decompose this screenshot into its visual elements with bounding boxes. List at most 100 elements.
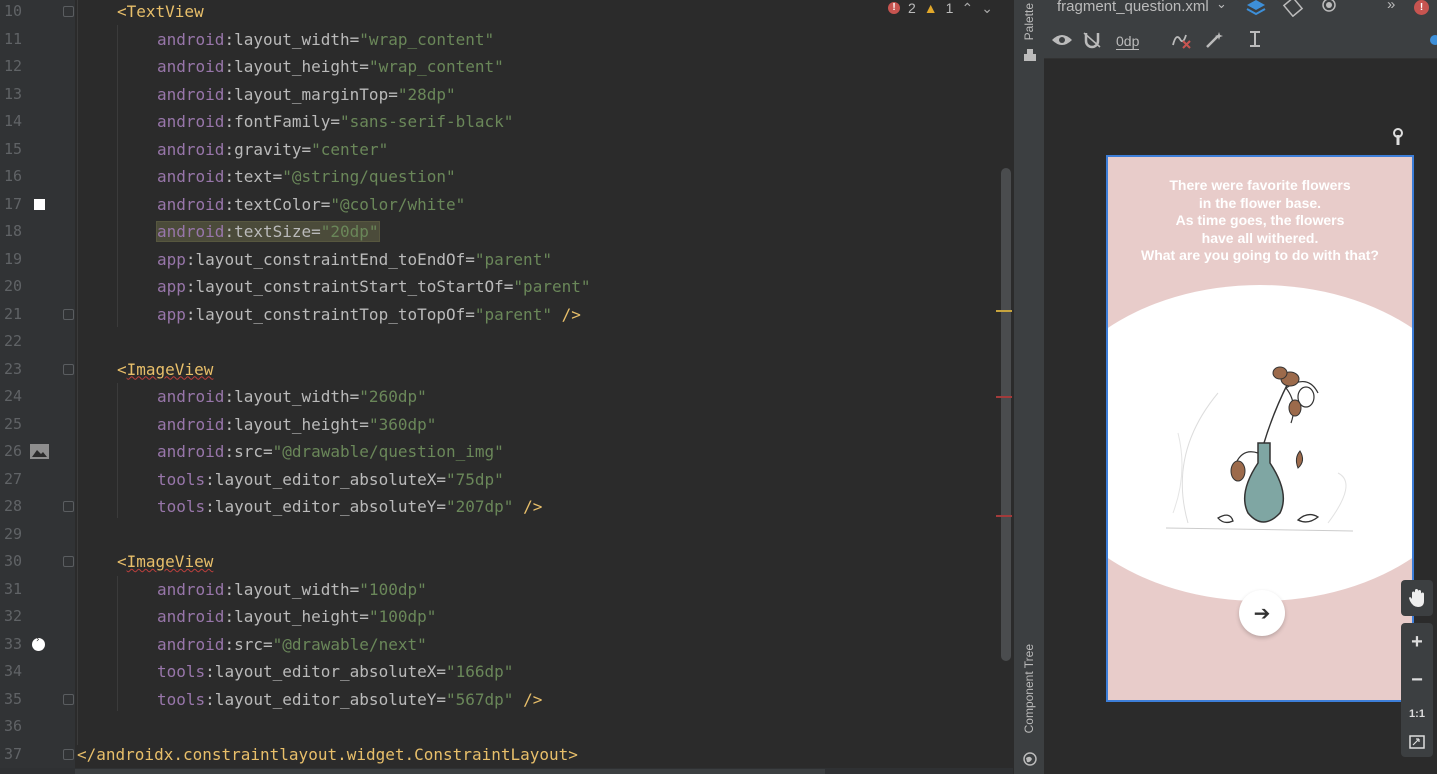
color-swatch-icon[interactable] bbox=[34, 198, 45, 210]
code-line[interactable]: 36 bbox=[0, 713, 1000, 740]
fold-icon[interactable] bbox=[63, 363, 74, 375]
align-icon[interactable] bbox=[1247, 30, 1265, 50]
code-text[interactable]: app:layout_constraintStart_toStartOf="pa… bbox=[157, 273, 590, 300]
code-line[interactable]: 28 tools:layout_editor_absoluteY="207dp" … bbox=[0, 493, 1000, 520]
code-text[interactable]: android:layout_height="wrap_content" bbox=[157, 53, 504, 80]
zoom-out-button[interactable]: − bbox=[1411, 669, 1423, 692]
palette-icon[interactable] bbox=[1023, 48, 1037, 62]
eye-icon[interactable] bbox=[1051, 32, 1073, 48]
code-line[interactable]: 25 android:layout_height="360dp" bbox=[0, 411, 1000, 438]
code-text[interactable]: tools:layout_editor_absoluteX="75dp" bbox=[157, 466, 504, 493]
code-line[interactable]: 30 <ImageView bbox=[0, 548, 1000, 575]
code-line[interactable]: 13 android:layout_marginTop="28dp" bbox=[0, 81, 1000, 108]
code-line[interactable]: 37 </androidx.constraintlayout.widget.Con… bbox=[0, 741, 1000, 768]
fold-icon[interactable] bbox=[63, 556, 74, 567]
code-text[interactable]: android:gravity="center" bbox=[157, 136, 388, 163]
code-text[interactable]: android:textColor="@color/white" bbox=[157, 191, 465, 218]
code-line[interactable]: 27 tools:layout_editor_absoluteX="75dp" bbox=[0, 466, 1000, 493]
code-line[interactable]: 17 android:textColor="@color/white" bbox=[0, 191, 1000, 218]
code-text[interactable]: android:layout_height="360dp" bbox=[157, 411, 436, 438]
code-text[interactable]: tools:layout_editor_absoluteY="567dp" /> bbox=[157, 686, 542, 713]
code-text[interactable]: android:layout_width="wrap_content" bbox=[157, 26, 494, 53]
code-text[interactable]: android:layout_height="100dp" bbox=[157, 603, 436, 630]
wrench-icon[interactable] bbox=[1390, 128, 1406, 146]
code-text[interactable]: tools:layout_editor_absoluteY="207dp" /> bbox=[157, 493, 542, 520]
next-highlight-icon[interactable]: ⌄ bbox=[981, 0, 993, 17]
code-text[interactable]: android:layout_marginTop="28dp" bbox=[157, 81, 456, 108]
fold-icon[interactable] bbox=[63, 501, 74, 512]
code-line[interactable]: 15 android:gravity="center" bbox=[0, 136, 1000, 163]
layers-icon[interactable] bbox=[1245, 0, 1267, 16]
code-line[interactable]: 33 › android:src="@drawable/next" bbox=[0, 631, 1000, 658]
code-text[interactable]: app:layout_constraintEnd_toEndOf="parent… bbox=[157, 246, 552, 273]
globe-icon[interactable] bbox=[1023, 752, 1037, 766]
fold-icon[interactable] bbox=[63, 693, 74, 705]
code-line[interactable]: 10 <TextView bbox=[0, 0, 1000, 25]
code-text[interactable]: android:src="@drawable/question_img" bbox=[157, 438, 504, 465]
code-line[interactable]: 19 app:layout_constraintEnd_toEndOf="pare… bbox=[0, 246, 1000, 273]
next-button[interactable]: ➔ bbox=[1239, 590, 1285, 636]
overflow-icon[interactable]: » bbox=[1387, 0, 1395, 13]
zoom-in-button[interactable]: + bbox=[1411, 631, 1423, 654]
code-text[interactable]: android:text="@string/question" bbox=[157, 163, 456, 190]
code-line[interactable]: 24 android:layout_width="260dp" bbox=[0, 383, 1000, 410]
next-drawable-icon[interactable]: › bbox=[32, 635, 45, 651]
code-line[interactable]: 35 tools:layout_editor_absoluteY="567dp" … bbox=[0, 686, 1000, 713]
code-text[interactable]: android:textSize="20dp" bbox=[156, 218, 380, 245]
warning-marker[interactable] bbox=[996, 310, 1012, 312]
code-text[interactable]: android:layout_width="100dp" bbox=[157, 576, 427, 603]
fold-icon[interactable] bbox=[63, 308, 74, 320]
code-text[interactable]: <ImageView bbox=[117, 548, 213, 575]
code-line[interactable]: 34 tools:layout_editor_absoluteX="166dp" bbox=[0, 658, 1000, 685]
file-tab[interactable]: fragment_question.xml bbox=[1057, 0, 1209, 15]
code-line[interactable]: 23 <ImageView bbox=[0, 356, 1000, 383]
magnet-off-icon[interactable] bbox=[1082, 31, 1102, 49]
chevron-down-icon[interactable]: ⌄ bbox=[1216, 0, 1227, 12]
horizontal-scrollbar[interactable] bbox=[75, 769, 825, 774]
error-icon[interactable]: ! bbox=[1414, 0, 1429, 15]
vase-flowers-image[interactable] bbox=[1158, 353, 1368, 543]
vertical-scrollbar[interactable] bbox=[1001, 168, 1011, 661]
code-line[interactable]: 22 bbox=[0, 328, 1000, 355]
code-line[interactable]: 26 android:src="@drawable/question_img" bbox=[0, 438, 1000, 465]
fold-icon[interactable] bbox=[63, 748, 74, 760]
palette-tab[interactable]: Palette bbox=[1022, 3, 1036, 40]
code-line[interactable]: 31 android:layout_width="100dp" bbox=[0, 576, 1000, 603]
code-line[interactable]: 12 android:layout_height="wrap_content" bbox=[0, 53, 1000, 80]
code-editor[interactable]: 10 <TextView 11 android:layout_width="wrap_… bbox=[0, 0, 1013, 774]
code-line[interactable]: 21 app:layout_constraintTop_toTopOf="pare… bbox=[0, 301, 1000, 328]
code-line[interactable]: 14 android:fontFamily="sans-serif-black" bbox=[0, 108, 1000, 135]
code-line[interactable]: 20 app:layout_constraintStart_toStartOf="… bbox=[0, 273, 1000, 300]
fit-screen-icon[interactable] bbox=[1409, 735, 1425, 749]
theme-icon[interactable] bbox=[1320, 0, 1342, 15]
pan-tool-button[interactable] bbox=[1401, 580, 1433, 616]
inspection-status[interactable]: ! 2 ▲ 1 ⌃ ⌄ bbox=[888, 0, 1013, 18]
code-text[interactable]: <TextView bbox=[117, 0, 204, 25]
code-line[interactable]: 29 bbox=[0, 521, 1000, 548]
code-line[interactable]: 16 android:text="@string/question" bbox=[0, 163, 1000, 190]
code-line[interactable]: 32 android:layout_height="100dp" bbox=[0, 603, 1000, 630]
code-text[interactable]: <ImageView bbox=[117, 356, 213, 383]
default-margin-value[interactable]: 0dp bbox=[1116, 33, 1140, 50]
error-marker[interactable] bbox=[996, 396, 1012, 398]
code-line[interactable]: 11 android:layout_width="wrap_content" bbox=[0, 26, 1000, 53]
orientation-icon[interactable] bbox=[1282, 0, 1304, 17]
device-preview[interactable]: There were favorite flowers in the flowe… bbox=[1106, 155, 1414, 702]
prev-highlight-icon[interactable]: ⌃ bbox=[961, 0, 973, 17]
question-text[interactable]: There were favorite flowers in the flowe… bbox=[1108, 177, 1412, 265]
design-canvas[interactable]: There were favorite flowers in the flowe… bbox=[1044, 59, 1437, 774]
error-marker[interactable] bbox=[996, 515, 1012, 517]
code-line[interactable]: 18 android:textSize="20dp" bbox=[0, 218, 1000, 245]
code-text[interactable]: android:layout_width="260dp" bbox=[157, 383, 427, 410]
component-tree-tab[interactable]: Component Tree bbox=[1022, 644, 1036, 733]
code-text[interactable]: app:layout_constraintTop_toTopOf="parent… bbox=[157, 301, 581, 328]
code-text[interactable]: </androidx.constraintlayout.widget.Const… bbox=[77, 741, 578, 768]
code-text[interactable]: android:src="@drawable/next" bbox=[157, 631, 427, 658]
fold-icon[interactable] bbox=[63, 6, 74, 17]
code-text[interactable]: tools:layout_editor_absoluteX="166dp" bbox=[157, 658, 513, 685]
image-icon[interactable] bbox=[30, 444, 49, 459]
clear-constraints-icon[interactable] bbox=[1170, 31, 1192, 49]
code-text[interactable]: android:fontFamily="sans-serif-black" bbox=[157, 108, 513, 135]
zoom-1to1-button[interactable]: 1:1 bbox=[1409, 708, 1425, 720]
magic-wand-icon[interactable] bbox=[1204, 31, 1224, 49]
